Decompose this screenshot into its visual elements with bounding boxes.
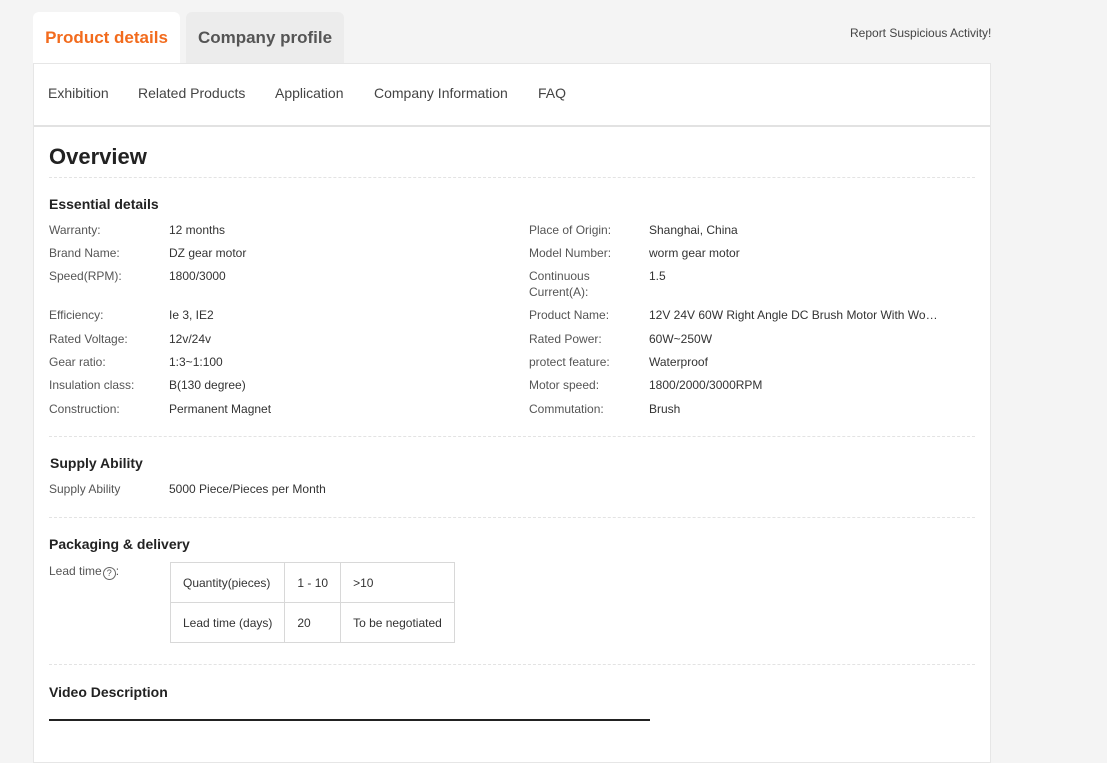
table-cell: Lead time (days) [169, 602, 286, 643]
construction-label: Construction: [49, 402, 120, 416]
brand-name-value: DZ gear motor [169, 246, 247, 260]
model-number-value: worm gear motor [649, 246, 740, 260]
efficiency-label: Efficiency: [49, 308, 104, 322]
nav-company-information[interactable]: Company Information [374, 85, 508, 101]
warranty-label: Warranty: [49, 223, 101, 237]
insulation-class-label: Insulation class: [49, 378, 135, 392]
continuous-current-label: Continuous Current(A): [529, 269, 590, 299]
divider [49, 664, 975, 665]
efficiency-value: Ie 3, IE2 [169, 308, 214, 322]
table-cell: 1 - 10 [284, 562, 342, 603]
rated-power-label: Rated Power: [529, 332, 602, 346]
table-row: Lead time (days) 20 To be negotiated [169, 602, 455, 643]
nav-faq[interactable]: FAQ [538, 85, 566, 101]
rated-voltage-value: 12v/24v [169, 332, 212, 346]
table-row: Quantity(pieces) 1 - 10 >10 [169, 562, 455, 603]
motor-speed-value: 1800/2000/3000RPM [649, 378, 763, 392]
tab-company-profile[interactable]: Company profile [186, 12, 344, 63]
rated-power-value: 60W~250W [649, 332, 713, 346]
gear-ratio-value: 1:3~1:100 [169, 355, 223, 369]
packaging-delivery-title: Packaging & delivery [49, 536, 190, 552]
supply-ability-value: 5000 Piece/Pieces per Month [169, 482, 326, 496]
tab-product-details[interactable]: Product details [33, 12, 180, 63]
divider [49, 517, 975, 518]
gear-ratio-label: Gear ratio: [49, 355, 106, 369]
divider [49, 177, 975, 178]
warranty-value: 12 months [169, 223, 226, 237]
speed-label: Speed(RPM): [49, 269, 122, 283]
essential-details-title: Essential details [49, 196, 159, 212]
video-description-title: Video Description [49, 684, 168, 700]
protect-feature-value: Waterproof [649, 355, 708, 369]
divider [49, 436, 975, 437]
commutation-value: Brush [649, 402, 681, 416]
lead-time-table: Quantity(pieces) 1 - 10 >10 Lead time (d… [169, 562, 455, 643]
product-details-panel: Exhibition Related Products Application … [33, 63, 991, 763]
speed-value: 1800/3000 [169, 269, 226, 283]
place-of-origin-value: Shanghai, China [649, 223, 738, 237]
product-name-value: 12V 24V 60W Right Angle DC Brush Motor W… [649, 308, 941, 322]
insulation-class-value: B(130 degree) [169, 378, 246, 392]
supply-ability-label: Supply Ability [49, 482, 121, 496]
nav-application[interactable]: Application [275, 85, 344, 101]
table-cell: 20 [284, 602, 342, 643]
section-nav: Exhibition Related Products Application … [34, 64, 990, 127]
motor-speed-label: Motor speed: [529, 378, 600, 392]
table-cell: >10 [340, 562, 455, 603]
commutation-label: Commutation: [529, 402, 604, 416]
protect-feature-label: protect feature: [529, 355, 610, 369]
product-name-label: Product Name: [529, 308, 610, 322]
brand-name-label: Brand Name: [49, 246, 120, 260]
rated-voltage-label: Rated Voltage: [49, 332, 128, 346]
help-icon[interactable]: ? [102, 567, 116, 580]
supply-ability-title: Supply Ability [50, 455, 143, 471]
nav-exhibition[interactable]: Exhibition [48, 85, 109, 101]
report-suspicious-link[interactable]: Report Suspicious Activity! [850, 26, 991, 40]
continuous-current-value: 1.5 [649, 269, 666, 283]
table-cell: To be negotiated [340, 602, 455, 643]
lead-time-label: Lead time?: [49, 563, 119, 580]
lead-time-colon: : [115, 564, 120, 578]
lead-time-label-text: Lead time [49, 564, 102, 578]
table-cell: Quantity(pieces) [169, 562, 286, 603]
place-of-origin-label: Place of Origin: [529, 223, 612, 237]
construction-value: Permanent Magnet [169, 402, 272, 416]
nav-related-products[interactable]: Related Products [138, 85, 245, 101]
model-number-label: Model Number: [529, 246, 612, 260]
overview-title: Overview [49, 144, 147, 169]
